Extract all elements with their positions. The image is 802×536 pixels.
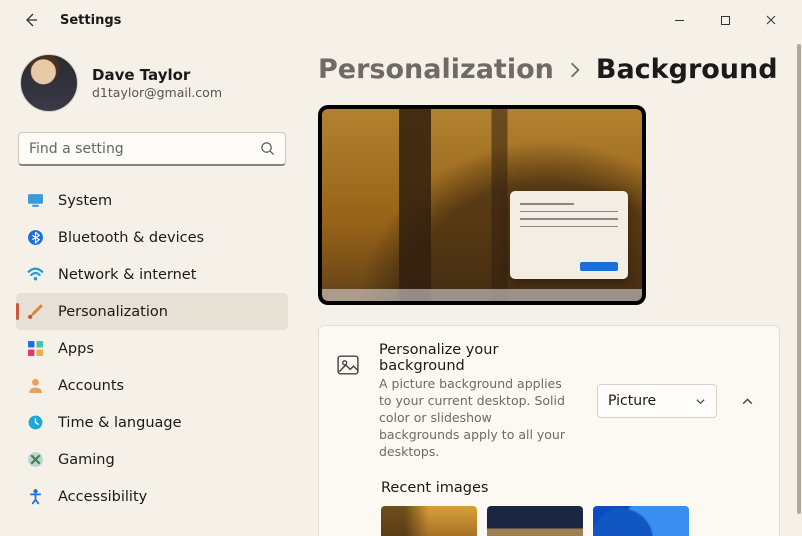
nav-list: System Bluetooth & devices Network & int…	[16, 182, 288, 515]
sidebar-item-label: Personalization	[58, 304, 168, 320]
minimize-icon	[674, 15, 685, 26]
sidebar-item-gaming[interactable]: Gaming	[16, 441, 288, 478]
window-controls	[656, 4, 794, 36]
chevron-right-icon	[568, 61, 582, 79]
panel-collapse-button[interactable]	[731, 384, 763, 418]
breadcrumb: Personalization Background	[318, 54, 780, 85]
search-icon	[260, 141, 275, 156]
window-title: Settings	[60, 13, 121, 28]
preview-sample-window	[510, 191, 628, 279]
wifi-icon	[26, 266, 44, 284]
vertical-scrollbar[interactable]	[797, 44, 801, 514]
clock-globe-icon	[26, 414, 44, 432]
preview-wallpaper	[322, 109, 642, 301]
sidebar-item-accounts[interactable]: Accounts	[16, 367, 288, 404]
sidebar-item-network[interactable]: Network & internet	[16, 256, 288, 293]
sidebar-item-label: Bluetooth & devices	[58, 230, 204, 246]
brush-icon	[26, 303, 44, 321]
profile-block[interactable]: Dave Taylor d1taylor@gmail.com	[16, 48, 288, 128]
picture-icon	[337, 354, 365, 380]
profile-text: Dave Taylor d1taylor@gmail.com	[92, 66, 222, 100]
sidebar-item-system[interactable]: System	[16, 182, 288, 219]
recent-images-row	[381, 506, 763, 536]
profile-email: d1taylor@gmail.com	[92, 85, 222, 100]
bluetooth-icon	[26, 229, 44, 247]
titlebar: Settings	[0, 0, 802, 40]
sidebar-item-apps[interactable]: Apps	[16, 330, 288, 367]
recent-image-thumbnail[interactable]	[381, 506, 477, 536]
chevron-down-icon	[695, 396, 706, 407]
preview-taskbar	[322, 289, 642, 301]
profile-name: Dave Taylor	[92, 66, 222, 84]
chevron-up-icon	[741, 395, 754, 408]
panel-description: A picture background applies to your cur…	[379, 376, 575, 460]
search-box[interactable]	[18, 132, 286, 166]
sidebar-item-label: Accounts	[58, 378, 124, 394]
preview-accent-button	[580, 262, 618, 271]
select-value: Picture	[608, 393, 656, 409]
avatar	[20, 54, 78, 112]
recent-images-heading: Recent images	[381, 480, 763, 496]
sidebar-item-bluetooth[interactable]: Bluetooth & devices	[16, 219, 288, 256]
close-icon	[765, 14, 777, 26]
sidebar-item-accessibility[interactable]: Accessibility	[16, 478, 288, 515]
close-button[interactable]	[748, 4, 794, 36]
minimize-button[interactable]	[656, 4, 702, 36]
page-title: Background	[596, 54, 778, 85]
monitor-icon	[26, 192, 44, 210]
search-input[interactable]	[29, 141, 260, 157]
maximize-button[interactable]	[702, 4, 748, 36]
person-icon	[26, 377, 44, 395]
accessibility-icon	[26, 488, 44, 506]
sidebar-item-personalization[interactable]: Personalization	[16, 293, 288, 330]
sidebar-item-label: Network & internet	[58, 267, 196, 283]
panel-title: Personalize your background	[379, 342, 575, 374]
sidebar-item-label: Time & language	[58, 415, 182, 431]
arrow-left-icon	[23, 12, 39, 28]
sidebar-item-time[interactable]: Time & language	[16, 404, 288, 441]
preview-text-lines	[520, 203, 618, 233]
recent-image-thumbnail[interactable]	[487, 506, 583, 536]
recent-image-thumbnail[interactable]	[593, 506, 689, 536]
back-button[interactable]	[18, 7, 44, 33]
sidebar-item-label: Gaming	[58, 452, 115, 468]
maximize-icon	[720, 15, 731, 26]
desktop-preview	[318, 105, 646, 305]
sidebar-item-label: Accessibility	[58, 489, 147, 505]
apps-icon	[26, 340, 44, 358]
background-panel: Personalize your background A picture ba…	[318, 325, 780, 536]
sidebar-item-label: Apps	[58, 341, 94, 357]
background-type-select[interactable]: Picture	[597, 384, 717, 418]
main-content: Personalization Background	[298, 40, 802, 536]
sidebar-item-label: System	[58, 193, 112, 209]
sidebar: Dave Taylor d1taylor@gmail.com System	[0, 40, 298, 536]
breadcrumb-parent[interactable]: Personalization	[318, 54, 554, 85]
xbox-icon	[26, 451, 44, 469]
